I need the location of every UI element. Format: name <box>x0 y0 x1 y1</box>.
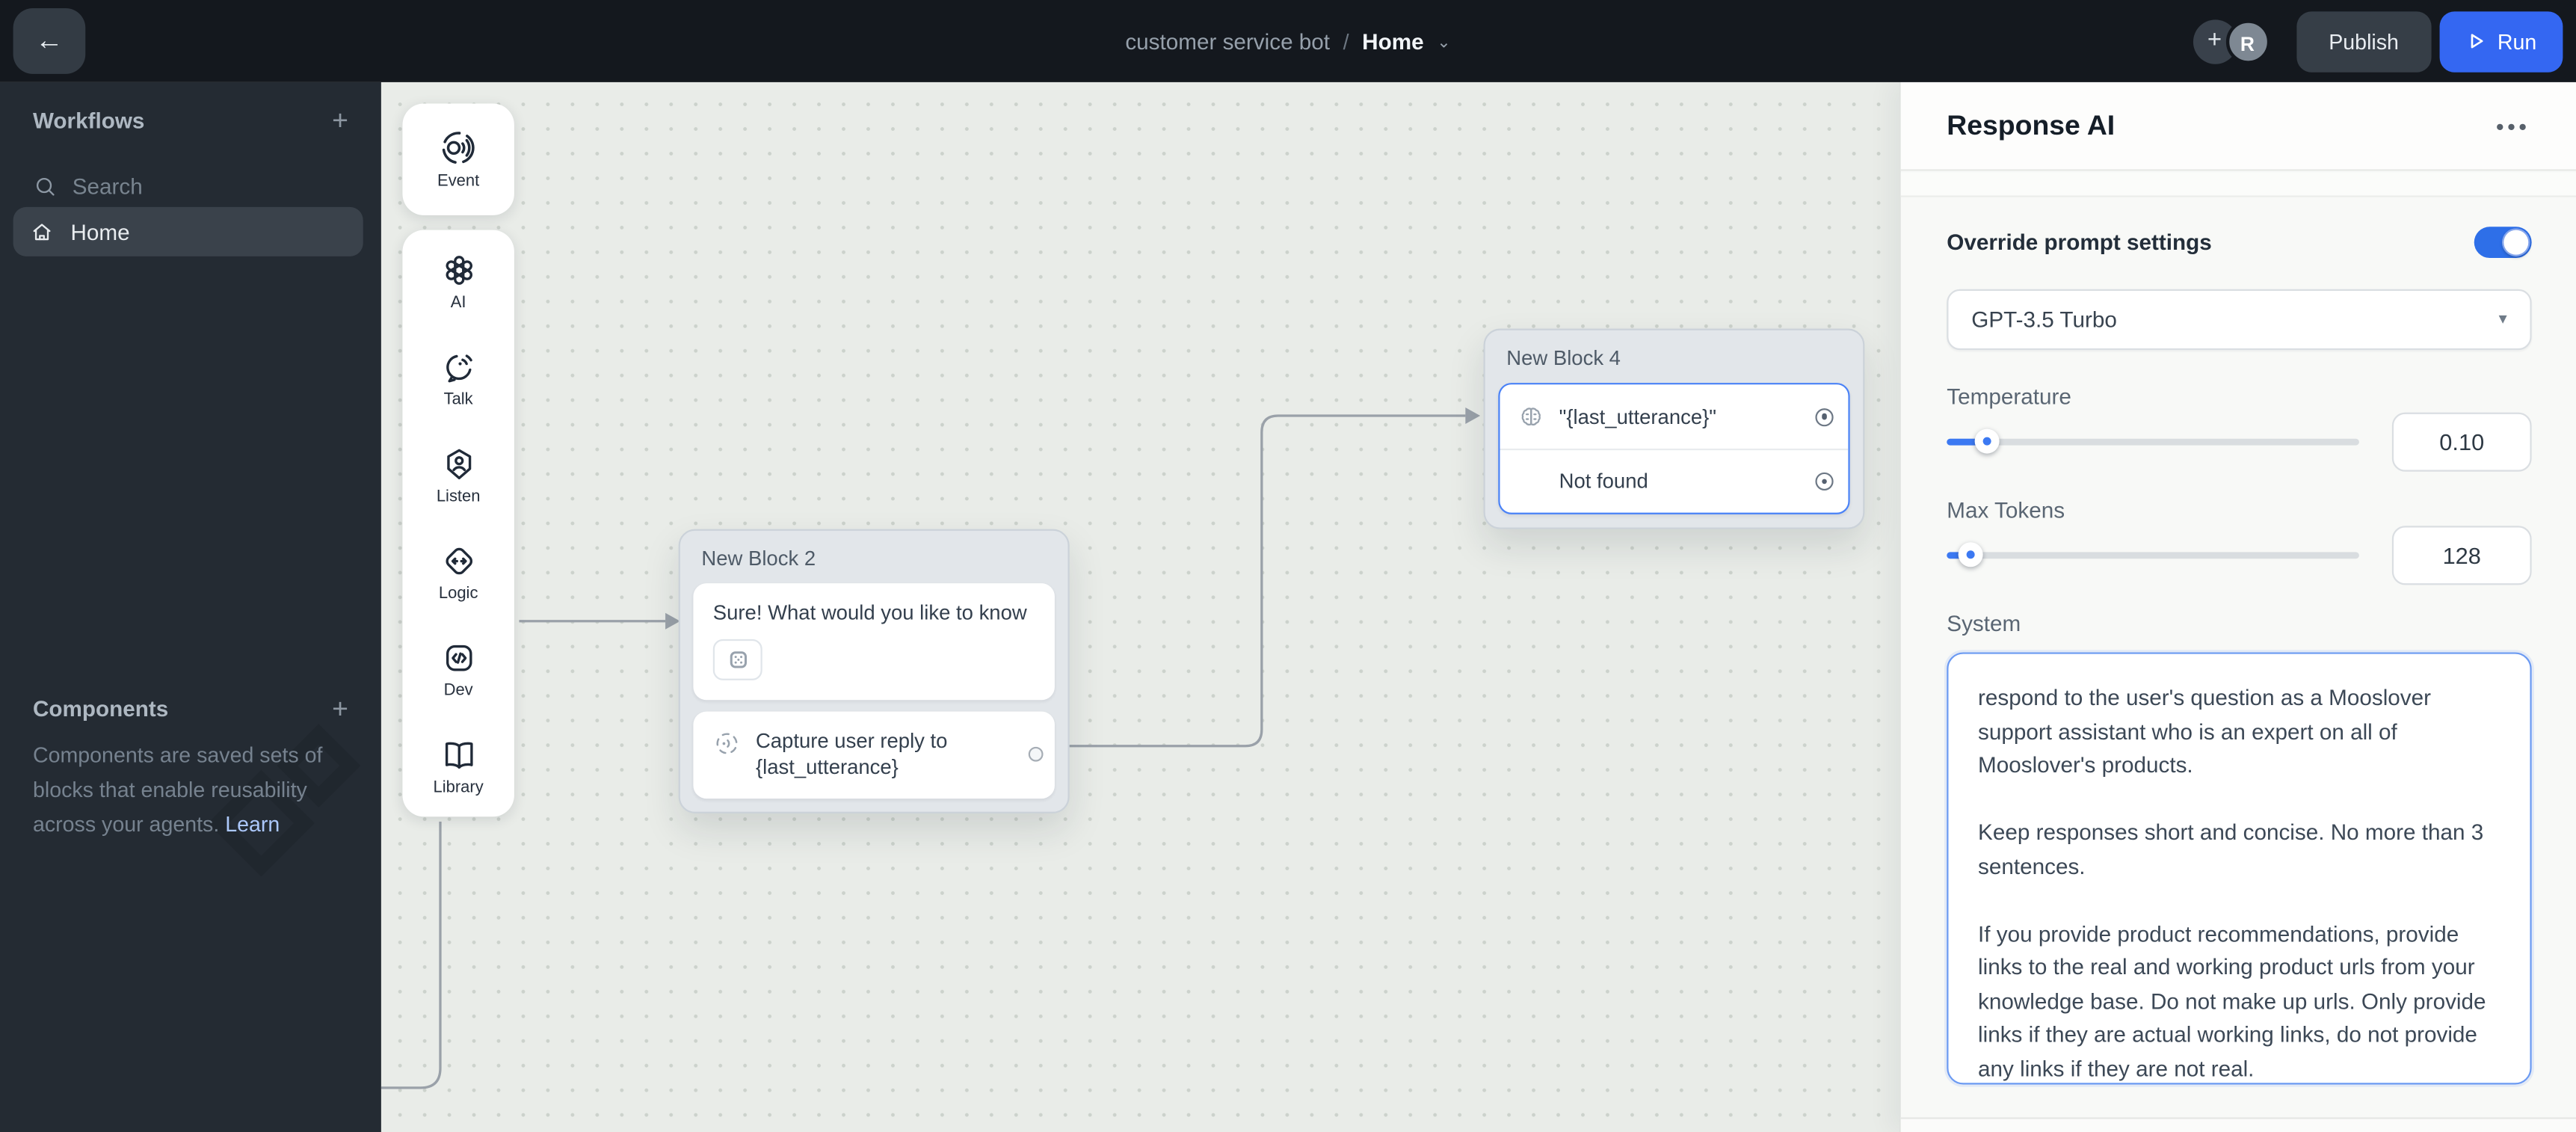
home-icon <box>33 223 51 240</box>
message-text: Sure! What would you like to know <box>712 601 1027 625</box>
top-bar: ← customer service bot / Home ⌄ + R Publ… <box>0 0 2576 82</box>
toolbar-logic-label: Logic <box>438 585 478 603</box>
not-found-output-port[interactable] <box>1815 472 1834 491</box>
override-label: Override prompt settings <box>1947 230 2212 255</box>
run-button[interactable]: Run <box>2439 10 2563 72</box>
workflows-title: Workflows <box>32 108 145 134</box>
back-button[interactable]: ← <box>13 7 86 74</box>
temperature-value-input[interactable]: 0.10 <box>2391 412 2532 472</box>
intent-row[interactable]: "{last_utterance}" <box>1500 384 1849 449</box>
not-found-text: Not found <box>1559 470 1648 493</box>
temperature-slider[interactable] <box>1947 428 2359 454</box>
intent-text: "{last_utterance}" <box>1559 404 1717 428</box>
learn-link[interactable]: Learn <box>225 811 280 836</box>
capture-output-port[interactable] <box>1028 747 1044 763</box>
run-label: Run <box>2497 28 2537 54</box>
block2-title: New Block 2 <box>701 547 816 570</box>
breadcrumb-page[interactable]: Home <box>1362 28 1423 53</box>
toolbar-library-label: Library <box>433 778 484 797</box>
add-workflow-button[interactable]: + <box>332 105 348 138</box>
toolbar-dev-label: Dev <box>443 682 473 701</box>
panel-header: Response AI ••• <box>1900 81 2576 171</box>
publish-button[interactable]: Publish <box>2296 10 2432 72</box>
chevron-down-icon: ▾ <box>2498 310 2507 329</box>
toggle-knob <box>2502 228 2530 256</box>
listen-icon <box>446 449 471 480</box>
ai-icon <box>445 256 472 285</box>
topbar-actions: + R Publish Run <box>2192 10 2563 73</box>
toolbar-item-listen[interactable]: Listen <box>402 446 514 506</box>
toolbar-event-label: Event <box>437 172 480 191</box>
connector-wires <box>380 407 1481 1089</box>
media-attachment-button[interactable] <box>712 639 762 680</box>
panel-bottom-divider <box>1900 1117 2576 1132</box>
search-placeholder: Search <box>72 173 143 198</box>
breadcrumb: customer service bot / Home ⌄ <box>1125 0 1450 82</box>
response-ai-panel: Response AI ••• Override prompt settings… <box>1899 81 2576 1132</box>
add-component-button[interactable]: + <box>332 692 348 725</box>
logic-icon <box>445 547 472 575</box>
dev-icon <box>445 645 472 671</box>
toolbar-item-talk[interactable]: Talk <box>402 348 514 409</box>
choice-step-selected[interactable]: "{last_utterance}" Not found <box>1498 383 1850 514</box>
user-avatar[interactable]: R <box>2225 19 2270 64</box>
toolbar-ai-label: AI <box>450 294 466 313</box>
workflow-canvas[interactable]: Event AI Talk Listen Logic Dev Library N… <box>380 81 1899 1132</box>
override-toggle[interactable] <box>2474 227 2532 259</box>
play-icon <box>2471 34 2483 49</box>
toolbar-item-dev[interactable]: Dev <box>402 639 514 700</box>
message-step[interactable]: Sure! What would you like to know <box>693 583 1055 701</box>
max-tokens-slider[interactable] <box>1947 542 2359 567</box>
block-new-block-4[interactable]: New Block 4 "{last_utterance}" Not found <box>1483 328 1865 529</box>
toolbar-listen-label: Listen <box>436 487 481 506</box>
toolbar-steps: AI Talk Listen Logic Dev Library <box>402 230 514 817</box>
brain-icon <box>1521 407 1541 425</box>
toolbar-item-logic[interactable]: Logic <box>402 542 514 603</box>
capture-icon <box>716 733 738 754</box>
app-window: Event AI Talk Listen Logic Dev Library N… <box>0 0 2576 1132</box>
search-icon <box>36 176 55 195</box>
components-title: Components <box>32 696 169 722</box>
not-found-row[interactable]: Not found <box>1500 448 1849 513</box>
override-row: Override prompt settings <box>1947 227 2532 259</box>
system-prompt-textarea[interactable]: respond to the user's question as a Moos… <box>1947 652 2532 1085</box>
capture-step[interactable]: Capture user reply to {last_utterance} <box>693 711 1055 798</box>
intent-output-port[interactable] <box>1815 407 1834 426</box>
toolbar-item-ai[interactable]: AI <box>402 251 514 313</box>
block4-body: "{last_utterance}" Not found <box>1485 383 1863 527</box>
toolbar-item-library[interactable]: Library <box>402 736 514 797</box>
max-tokens-label: Max Tokens <box>1947 497 2065 523</box>
block-new-block-2[interactable]: New Block 2 Sure! What would you like to… <box>678 529 1070 813</box>
workflow-search-input[interactable]: Search <box>0 158 381 214</box>
talk-icon <box>446 354 472 383</box>
more-menu-icon[interactable]: ••• <box>2496 113 2530 139</box>
library-icon <box>444 742 472 769</box>
left-sidebar: Workflows + Search Home Components + Com… <box>0 81 381 1132</box>
model-value: GPT-3.5 Turbo <box>1971 307 2117 332</box>
breadcrumb-project[interactable]: customer service bot <box>1125 28 1330 53</box>
breadcrumb-separator: / <box>1343 28 1349 54</box>
components-description: Components are saved sets of blocks that… <box>32 742 323 836</box>
event-icon <box>442 132 475 164</box>
block4-title: New Block 4 <box>1506 346 1621 370</box>
sidebar-home-label: Home <box>70 219 130 244</box>
model-select[interactable]: GPT-3.5 Turbo ▾ <box>1947 289 2532 351</box>
temperature-label: Temperature <box>1947 384 2071 410</box>
block2-body: Sure! What would you like to know Captur… <box>680 583 1068 810</box>
system-label: System <box>1947 611 2021 636</box>
toolbar-event-item[interactable]: Event <box>402 103 514 215</box>
sidebar-item-home[interactable]: Home <box>13 206 363 256</box>
panel-title: Response AI <box>1947 109 2116 141</box>
dice-icon <box>729 651 746 668</box>
capture-text: Capture user reply to {last_utterance} <box>755 729 948 780</box>
breadcrumb-caret-icon[interactable]: ⌄ <box>1437 31 1450 52</box>
max-tokens-value-input[interactable]: 128 <box>2391 526 2532 585</box>
panel-divider-strip <box>1900 172 2576 197</box>
toolbar-talk-label: Talk <box>443 391 473 410</box>
